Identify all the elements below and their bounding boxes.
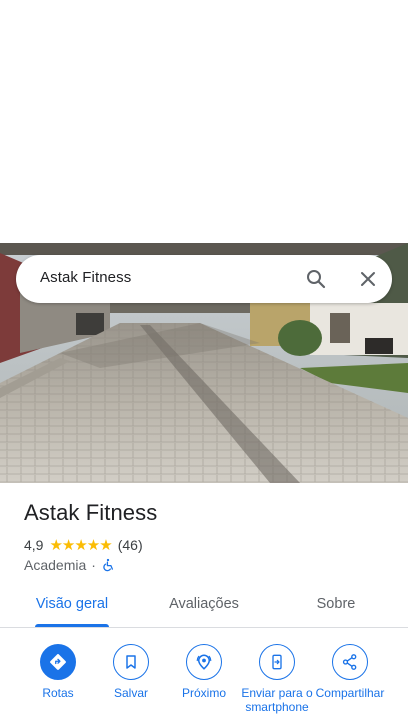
category-row: Academia · — [24, 556, 115, 574]
separator-dot: · — [91, 557, 96, 573]
save-label: Salvar — [113, 686, 148, 700]
rating-row[interactable]: 4,9 ★★★★★ (46) — [24, 536, 143, 554]
close-icon[interactable] — [356, 267, 380, 291]
send-to-phone-label: Enviar para o smartphone — [241, 686, 313, 714]
directions-label: Rotas — [42, 686, 74, 700]
tabs-divider — [0, 627, 408, 628]
save-button[interactable]: Salvar — [93, 644, 169, 700]
send-to-phone-icon[interactable] — [259, 644, 295, 680]
search-input[interactable]: Astak Fitness — [40, 269, 131, 286]
bookmark-icon[interactable] — [113, 644, 149, 680]
wheelchair-icon — [101, 558, 115, 572]
nearby-button[interactable]: Próximo — [166, 644, 242, 700]
share-label: Compartilhar — [315, 686, 385, 700]
search-bar[interactable]: Astak Fitness — [16, 255, 392, 303]
share-icon[interactable] — [332, 644, 368, 680]
tab-reviews[interactable]: Avaliações — [164, 596, 244, 612]
place-tabs: Visão geral Avaliações Sobre — [0, 583, 408, 628]
action-buttons: Rotas Salvar Próximo Enviar para o smart… — [0, 644, 408, 726]
nearby-icon[interactable] — [186, 644, 222, 680]
nearby-label: Próximo — [181, 686, 226, 700]
directions-button[interactable]: Rotas — [20, 644, 96, 700]
directions-icon[interactable] — [40, 644, 76, 680]
review-count[interactable]: (46) — [118, 537, 143, 553]
share-button[interactable]: Compartilhar — [312, 644, 388, 700]
place-details-page: Astak Fitness Astak Fitness 4,9 ★★★★★ (4… — [0, 0, 408, 726]
place-name: Astak Fitness — [24, 500, 158, 525]
search-icon[interactable] — [304, 267, 328, 291]
place-category: Academia — [24, 557, 87, 573]
send-to-phone-button[interactable]: Enviar para o smartphone — [239, 644, 315, 714]
tab-overview[interactable]: Visão geral — [35, 596, 109, 612]
star-rating: ★★★★★ — [49, 537, 112, 554]
rating-value: 4,9 — [24, 537, 44, 553]
tab-about[interactable]: Sobre — [310, 596, 362, 612]
